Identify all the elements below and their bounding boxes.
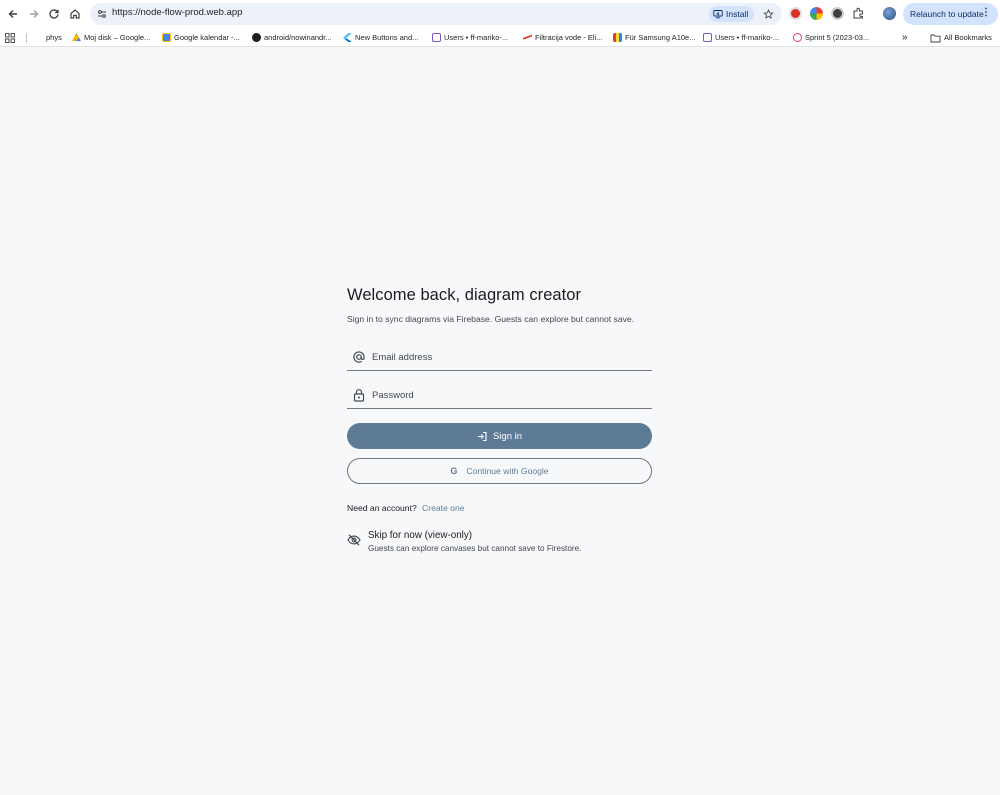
address-bar[interactable]: https://node-flow-prod.web.app Install	[90, 3, 782, 25]
install-app-button[interactable]: Install	[709, 6, 755, 22]
create-account-link[interactable]: Create one	[422, 503, 465, 513]
url-text[interactable]: https://node-flow-prod.web.app	[112, 7, 242, 18]
jira-icon	[793, 33, 802, 42]
all-bookmarks-button[interactable]: All Bookmarks	[930, 31, 992, 44]
apps-grid-icon	[5, 32, 15, 43]
flutter-icon	[343, 33, 352, 42]
firebase-icon	[703, 33, 712, 42]
shop-icon	[613, 33, 622, 42]
more-menu-icon[interactable]: ⋮	[981, 8, 991, 18]
bookmark-label: Für Samsung A10e...	[625, 33, 696, 42]
bookmark-item[interactable]: New Buttons and...	[343, 31, 418, 44]
home-icon	[69, 9, 80, 19]
profile-avatar[interactable]	[883, 7, 896, 20]
sign-in-label: Sign in	[492, 430, 523, 442]
opera-logo	[791, 9, 800, 18]
google-label: Continue with Google	[466, 466, 549, 476]
more-bookmarks-chevron-icon[interactable]: »	[902, 31, 908, 44]
login-icon	[477, 431, 487, 441]
extensions-puzzle-icon[interactable]	[852, 7, 865, 20]
bookmark-label: android/nowinandr...	[264, 33, 332, 42]
skip-for-now-button[interactable]: Skip for now (view-only)	[368, 530, 472, 541]
bookmark-item[interactable]: Für Samsung A10e...	[613, 31, 695, 44]
all-bookmarks-label: All Bookmarks	[944, 33, 992, 42]
bookmark-label: Moj disk – Google...	[84, 33, 151, 42]
bookmark-label: Users • ff-mariko-...	[444, 33, 509, 42]
page-title: Welcome back, diagram creator	[347, 286, 582, 304]
bookmark-item[interactable]: Users • ff-mariko-...	[432, 31, 508, 44]
puzzle-icon	[853, 7, 863, 19]
site-icon	[523, 33, 532, 42]
bookmark-item[interactable]: phys	[46, 31, 62, 44]
site-settings-icon[interactable]	[96, 8, 108, 20]
email-input[interactable]	[372, 348, 642, 366]
back-button[interactable]	[2, 3, 23, 25]
bookmark-label: Users • ff-mariko-...	[715, 33, 780, 42]
install-label: Install	[726, 9, 749, 19]
reload-icon	[48, 9, 59, 19]
password-input[interactable]	[372, 386, 642, 404]
dark-mode-extension-icon[interactable]	[831, 7, 844, 20]
bookmark-label: Google kalendar -...	[174, 33, 240, 42]
install-icon	[713, 10, 723, 19]
arrow-right-icon	[29, 10, 38, 18]
bookmark-item[interactable]: Moj disk – Google...	[72, 31, 150, 44]
need-account-text: Need an account?	[347, 503, 417, 513]
browser-toolbar: https://node-flow-prod.web.app Install R…	[0, 0, 1000, 28]
email-field[interactable]	[347, 345, 652, 371]
bookmark-item[interactable]: Google kalendar -...	[162, 31, 240, 44]
relaunch-button[interactable]: Relaunch to update ⋮	[903, 3, 998, 25]
bookmark-star-button[interactable]	[760, 6, 776, 22]
bookmarks-bar: phys Moj disk – Google... Google kalenda…	[0, 28, 1000, 47]
arrow-left-icon	[8, 10, 17, 18]
color-extension-icon[interactable]	[810, 7, 823, 20]
sign-in-button[interactable]: Sign in	[347, 423, 652, 449]
bookmark-label: New Buttons and...	[355, 33, 419, 42]
opera-extension-icon[interactable]	[789, 7, 802, 20]
firebase-icon	[432, 33, 441, 42]
lock-icon	[353, 389, 365, 402]
bookmark-item[interactable]: Filtracija vode - Eli...	[523, 31, 603, 44]
google-icon: G	[450, 466, 458, 476]
relaunch-label: Relaunch to update	[910, 9, 984, 19]
folder-icon	[930, 34, 941, 42]
apps-button[interactable]	[5, 31, 15, 44]
google-calendar-icon	[162, 33, 171, 42]
eye-off-icon[interactable]	[347, 533, 361, 547]
reload-button[interactable]	[43, 3, 64, 25]
continue-with-google-button[interactable]: G Continue with Google	[347, 458, 652, 484]
google-drive-icon	[72, 33, 81, 42]
at-sign-icon	[353, 351, 365, 363]
forward-button[interactable]	[23, 3, 44, 25]
bookmark-item[interactable]: android/nowinandr...	[252, 31, 332, 44]
password-field[interactable]	[347, 383, 652, 409]
bookmark-item[interactable]: Sprint 5 (2023-03...	[793, 31, 869, 44]
bookmark-label: Sprint 5 (2023-03...	[805, 33, 870, 42]
page-subtitle: Sign in to sync diagrams via Firebase. G…	[347, 314, 635, 324]
bookmark-label: phys	[46, 33, 62, 42]
star-icon	[762, 8, 774, 19]
skip-description: Guests can explore canvases but cannot s…	[368, 544, 582, 553]
bookmarks-divider	[26, 33, 27, 43]
bookmark-item[interactable]: Users • ff-mariko-...	[703, 31, 779, 44]
bookmark-label: Filtracija vode - Eli...	[535, 33, 603, 42]
home-button[interactable]	[64, 3, 85, 25]
github-icon	[252, 33, 261, 42]
